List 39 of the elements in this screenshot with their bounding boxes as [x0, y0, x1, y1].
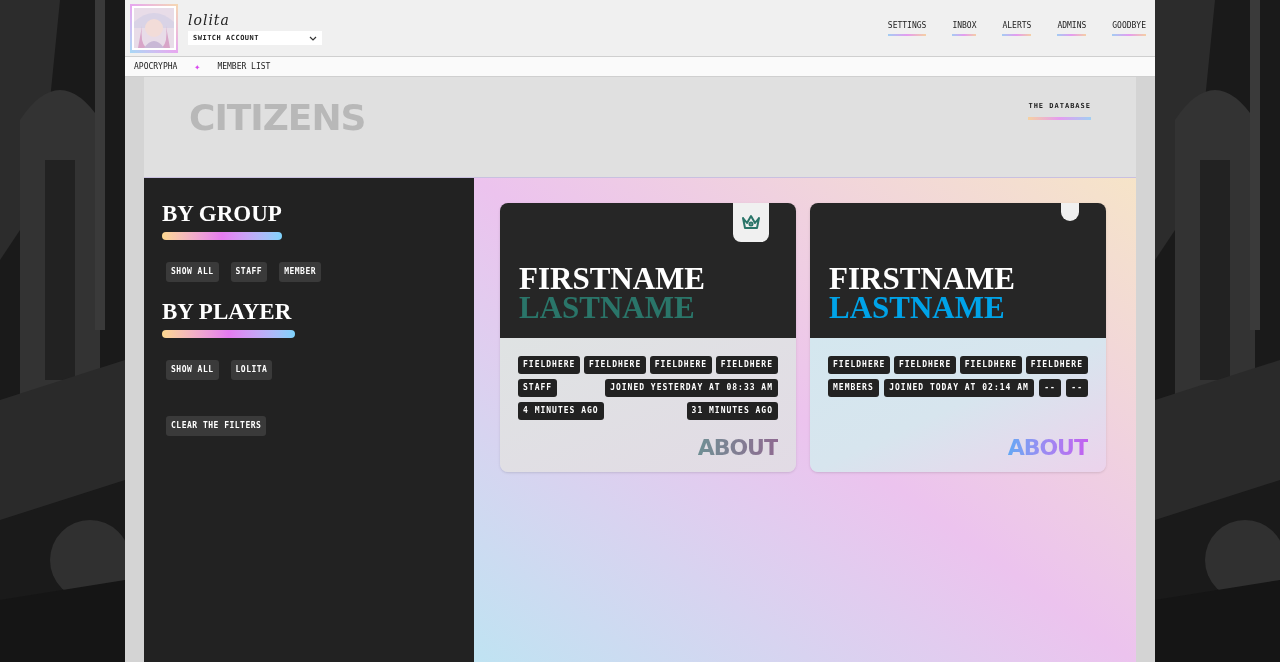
field-tag: FIELDHERE — [583, 356, 647, 374]
field-tag: FIELDHERE — [518, 356, 581, 374]
info-tag: -- — [1066, 379, 1088, 397]
field-tag: FIELDHERE — [1025, 356, 1088, 374]
info-tag: 4 MINUTES AGO — [518, 402, 604, 420]
info-tag: 31 MINUTES AGO — [686, 402, 778, 420]
field-tag: FIELDHERE — [649, 356, 713, 374]
nav-link[interactable]: INBOX — [952, 20, 977, 36]
field-tag: FIELDHERE — [828, 356, 891, 374]
breadcrumb-link[interactable]: MEMBER LIST — [217, 60, 271, 73]
clear-filters-button[interactable]: CLEAR THE FILTERS — [166, 416, 267, 436]
crown-icon — [741, 214, 761, 231]
info-tag: JOINED TODAY AT 02:14 AM — [884, 379, 1034, 397]
field-tag: FIELDHERE — [959, 356, 1023, 374]
nav-link[interactable]: ADMINS — [1057, 20, 1087, 36]
nav-link[interactable]: ALERTS — [1002, 20, 1032, 36]
first-name: FIRSTNAME — [829, 264, 1016, 293]
nav-link[interactable]: SETTINGS — [887, 20, 927, 36]
field-tag: FIELDHERE — [715, 356, 778, 374]
section-heading: BY GROUP — [162, 200, 282, 228]
field-tag: FIELDHERE — [893, 356, 957, 374]
last-name: LASTNAME — [519, 293, 696, 322]
separator: ✦ — [194, 60, 201, 74]
username: lolita — [188, 11, 231, 29]
filter-button[interactable]: SHOW ALL — [166, 262, 219, 282]
filter-button[interactable]: STAFF — [230, 262, 268, 282]
filter-button[interactable]: LOLITA — [230, 360, 273, 380]
first-name: FIRSTNAME — [519, 264, 706, 293]
last-name: LASTNAME — [829, 293, 1006, 322]
info-tag: JOINED YESTERDAY AT 08:33 AM — [605, 379, 778, 397]
section-heading: BY PLAYER — [162, 298, 292, 326]
info-tag: MEMBERS — [828, 379, 879, 397]
nav-link[interactable]: GOODBYE — [1112, 20, 1146, 36]
chevron-down-icon — [309, 35, 317, 41]
info-tag: -- — [1039, 379, 1061, 397]
info-tag: STAFF — [518, 379, 558, 397]
filter-button[interactable]: SHOW ALL — [166, 360, 219, 380]
breadcrumb-link[interactable]: APOCRYPHA — [134, 60, 178, 73]
filter-button[interactable]: MEMBER — [279, 262, 322, 282]
